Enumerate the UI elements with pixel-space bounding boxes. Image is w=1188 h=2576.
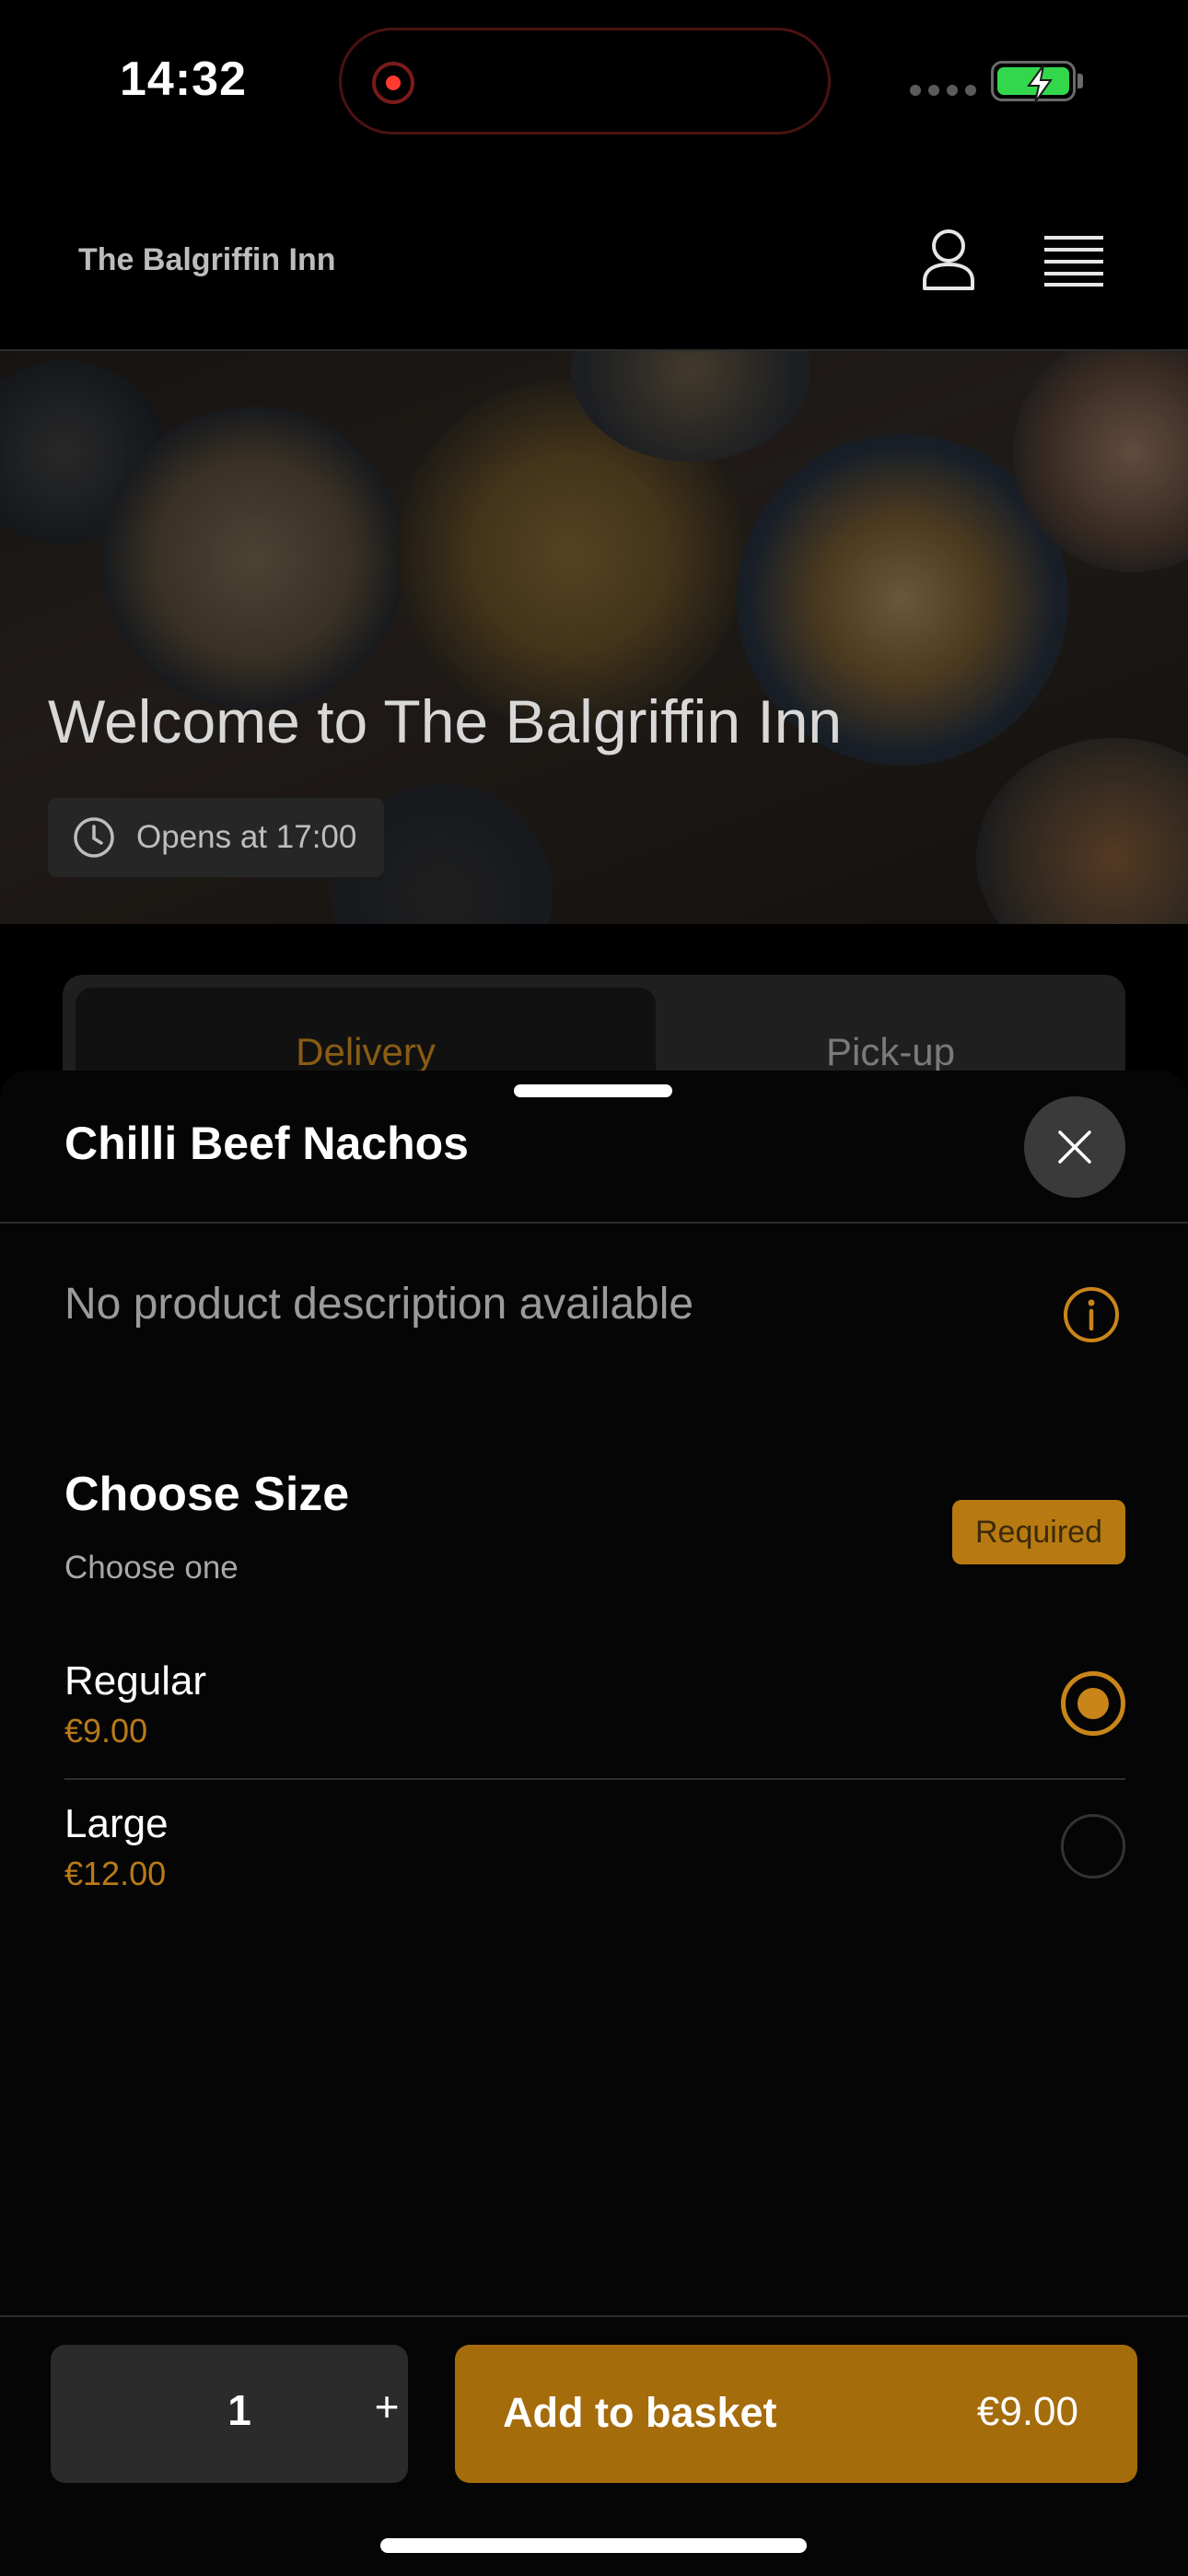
close-icon	[1058, 1130, 1091, 1164]
add-to-basket-label: Add to basket	[503, 2389, 777, 2436]
size-section-title: Choose Size	[64, 1468, 350, 1521]
clock-icon	[74, 817, 114, 858]
increment-button[interactable]: +	[364, 2382, 410, 2431]
restaurant-name[interactable]: The Balgriffin Inn	[78, 242, 336, 278]
battery-icon	[991, 61, 1076, 103]
hamburger-menu-icon[interactable]	[1044, 235, 1103, 287]
hero-banner: Welcome to The Balgriffin Inn Opens at 1…	[0, 351, 1188, 924]
quantity-stepper: 1 +	[51, 2345, 408, 2483]
quantity-value: 1	[227, 2386, 251, 2434]
product-title: Chilli Beef Nachos	[64, 1118, 469, 1169]
divider	[0, 1222, 1188, 1224]
opening-hours-badge: Opens at 17:00	[48, 798, 385, 877]
size-section-subtitle: Choose one	[64, 1550, 239, 1586]
signal-icon	[910, 85, 976, 96]
recording-indicator-icon	[372, 62, 414, 104]
close-button[interactable]	[1024, 1096, 1125, 1198]
add-to-basket-price: €9.00	[976, 2389, 1078, 2434]
order-mode-toggle: Delivery Pick-up	[63, 975, 1125, 1076]
option-price: €9.00	[64, 1712, 148, 1750]
battery-cap	[1077, 74, 1083, 88]
dynamic-island	[339, 28, 831, 135]
user-icon[interactable]	[921, 228, 976, 292]
bottom-action-bar: 1 + Add to basket €9.00	[0, 2315, 1188, 2576]
status-time: 14:32	[120, 53, 247, 106]
size-option-regular[interactable]: Regular €9.00	[64, 1642, 1125, 1780]
app-header: The Balgriffin Inn	[0, 161, 1188, 351]
required-badge: Required	[952, 1500, 1125, 1564]
option-name: Regular	[64, 1658, 207, 1704]
hero-title: Welcome to The Balgriffin Inn	[48, 687, 843, 755]
option-name: Large	[64, 1801, 169, 1846]
product-description: No product description available	[64, 1280, 694, 1329]
status-bar: 14:32	[0, 0, 1188, 161]
option-price: €12.00	[64, 1855, 167, 1892]
radio-unselected[interactable]	[1061, 1814, 1125, 1879]
opening-hours-text: Opens at 17:00	[136, 819, 357, 855]
tab-pickup[interactable]: Pick-up	[656, 1030, 1125, 1074]
radio-selected[interactable]	[1061, 1671, 1125, 1736]
home-indicator[interactable]	[380, 2538, 807, 2553]
tab-delivery[interactable]: Delivery	[76, 1030, 656, 1074]
size-option-large[interactable]: Large €12.00	[64, 1785, 1125, 1923]
info-icon[interactable]	[1063, 1286, 1120, 1343]
sheet-grabber[interactable]	[514, 1084, 672, 1097]
add-to-basket-button[interactable]: Add to basket €9.00	[455, 2345, 1137, 2483]
